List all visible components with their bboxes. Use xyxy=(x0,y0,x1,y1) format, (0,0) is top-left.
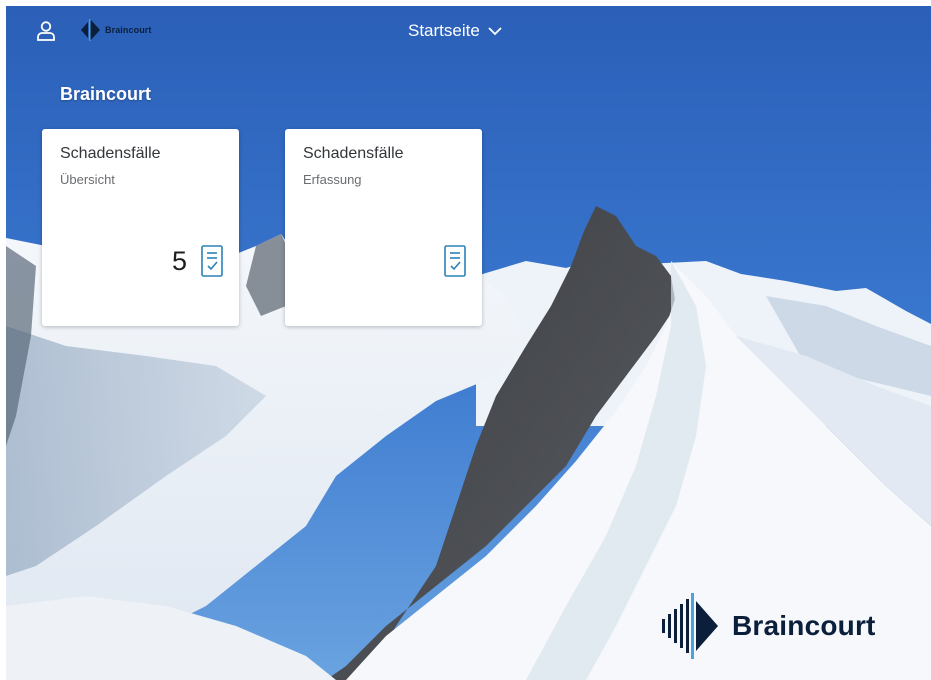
task-list-icon xyxy=(444,245,466,277)
background-mountain-image xyxy=(6,6,931,680)
braincourt-logo-icon xyxy=(81,19,100,41)
user-icon xyxy=(37,21,55,41)
tile-schadensfaelle-erfassung[interactable]: Schadensfälle Erfassung xyxy=(285,129,482,326)
shell-logo-text: Braincourt xyxy=(105,25,152,35)
braincourt-logo-icon xyxy=(662,593,718,659)
shell-logo[interactable]: Braincourt xyxy=(80,17,152,43)
chevron-down-icon xyxy=(488,26,502,35)
tile-title: Schadensfälle xyxy=(60,145,161,162)
app-title: Startseite xyxy=(408,21,480,40)
shell-bar: Braincourt Startseite xyxy=(6,6,931,54)
app-title-menu-button[interactable]: Startseite xyxy=(408,18,502,44)
tile-count: 5 xyxy=(171,246,187,276)
tile-group-title: Braincourt xyxy=(60,84,152,104)
tile-schadensfaelle-uebersicht[interactable]: Schadensfälle Übersicht 5 xyxy=(42,129,239,326)
brand-watermark: Braincourt xyxy=(660,591,876,661)
launchpad: Braincourt Startseite Braincourt Schaden… xyxy=(6,6,931,680)
tile-subtitle: Erfassung xyxy=(303,172,362,187)
tile-title: Schadensfälle xyxy=(303,145,404,162)
user-profile-button[interactable] xyxy=(34,19,58,43)
brand-text: Braincourt xyxy=(732,610,876,641)
tile-subtitle: Übersicht xyxy=(60,172,115,187)
task-list-icon xyxy=(201,245,223,277)
